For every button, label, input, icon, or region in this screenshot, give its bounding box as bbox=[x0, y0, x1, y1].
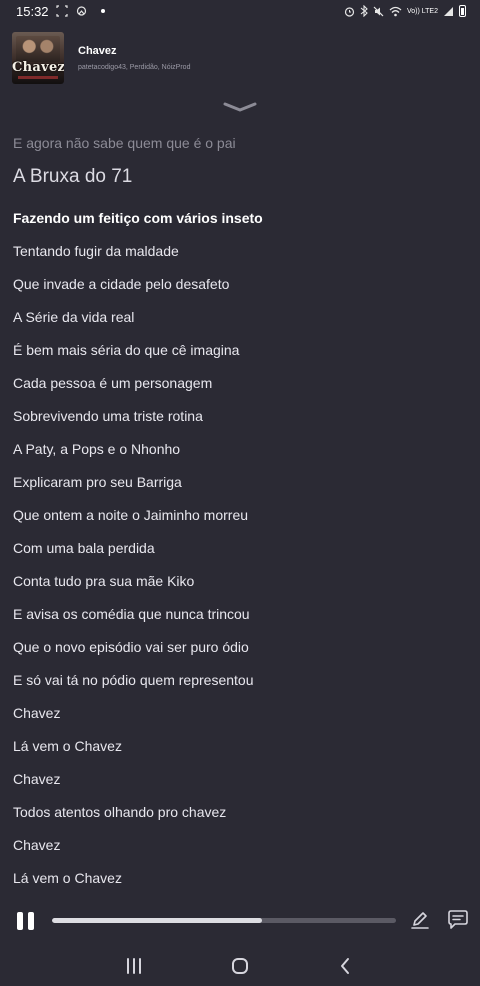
chevron-down-icon[interactable] bbox=[222, 100, 258, 114]
lyric-line: A Série da vida real bbox=[13, 309, 135, 325]
lyric-line: E avisa os comédia que nunca trincou bbox=[13, 606, 250, 622]
album-art[interactable]: Chavez bbox=[12, 32, 64, 84]
signal-icon bbox=[444, 6, 453, 16]
progress-fill bbox=[52, 918, 262, 923]
status-right: Vo)) LTE2 bbox=[344, 5, 466, 17]
track-title: Chavez bbox=[78, 45, 117, 57]
lyric-line: Explicaram pro seu Barriga bbox=[13, 474, 182, 490]
home-icon[interactable] bbox=[228, 956, 252, 976]
mute-icon bbox=[373, 6, 384, 16]
lyric-line: Conta tudo pra sua mãe Kiko bbox=[13, 573, 195, 589]
album-art-strip bbox=[18, 76, 58, 79]
navigation-bar bbox=[0, 948, 480, 986]
status-left: 15:32 bbox=[16, 4, 105, 19]
edit-icon[interactable] bbox=[410, 910, 430, 930]
notification-bracket-icon bbox=[55, 5, 68, 17]
bluetooth-icon bbox=[360, 5, 368, 17]
pause-icon-bar-left bbox=[17, 912, 23, 930]
lyric-line: Chavez bbox=[13, 705, 61, 721]
recents-icon[interactable] bbox=[122, 956, 146, 976]
lyric-line: Lá vem o Chavez bbox=[13, 870, 122, 886]
player-bar bbox=[0, 902, 480, 940]
lyric-current-line: A Bruxa do 71 bbox=[13, 166, 133, 187]
volte-label: Vo)) LTE2 bbox=[407, 7, 438, 15]
cloud-icon bbox=[76, 6, 86, 16]
lyric-line: Que o novo episódio vai ser puro ódio bbox=[13, 639, 249, 655]
now-playing-header[interactable]: Chavez Chavez patetacodigo43, Perdidão, … bbox=[12, 30, 468, 86]
lyric-line: Chavez bbox=[13, 837, 61, 853]
lyric-line: Tentando fugir da maldade bbox=[13, 243, 179, 259]
lyric-line: Sobrevivendo uma triste rotina bbox=[13, 408, 203, 424]
lyric-previous-line: E agora não sabe quem que é o pai bbox=[13, 135, 236, 151]
track-artists: patetacodigo43, Perdidão, NóizProd bbox=[78, 64, 191, 71]
lyric-line: Chavez bbox=[13, 771, 61, 787]
lyric-line: Que ontem a noite o Jaiminho morreu bbox=[13, 507, 249, 523]
album-art-title: Chavez bbox=[12, 60, 64, 75]
lyric-line: E só vai tá no pódio quem representou bbox=[13, 672, 254, 688]
lyric-line: Todos atentos olhando pro chavez bbox=[13, 804, 227, 820]
chat-lyrics-icon[interactable] bbox=[447, 910, 469, 930]
album-art-photo bbox=[16, 36, 60, 62]
pause-icon-bar-right bbox=[28, 912, 34, 930]
lyric-line: Lá vem o Chavez bbox=[13, 738, 122, 754]
lyric-line: Que invade a cidade pelo desafeto bbox=[13, 276, 230, 292]
battery-icon bbox=[459, 5, 466, 17]
lyric-line: Com uma bala perdida bbox=[13, 540, 155, 556]
lyric-line: A Paty, a Pops e o Nhonho bbox=[13, 441, 181, 457]
dot-icon bbox=[100, 9, 105, 13]
back-icon[interactable] bbox=[334, 956, 358, 976]
pause-button[interactable] bbox=[17, 912, 35, 930]
lyric-next-line: Fazendo um feitiço com vários inseto bbox=[13, 210, 263, 226]
lyric-line: Cada pessoa é um personagem bbox=[13, 375, 213, 391]
lyric-list: Tentando fugir da maldade Que invade a c… bbox=[13, 240, 467, 900]
alarm-icon bbox=[344, 6, 355, 17]
track-meta: Chavez patetacodigo43, Perdidão, NóizPro… bbox=[78, 45, 190, 71]
status-time: 15:32 bbox=[16, 3, 49, 19]
lyrics-view[interactable]: E agora não sabe quem que é o pai A Brux… bbox=[13, 132, 467, 900]
wifi-icon bbox=[389, 6, 402, 16]
lyric-line: É bem mais séria do que cê imagina bbox=[13, 342, 240, 358]
progress-slider[interactable] bbox=[52, 918, 396, 923]
status-bar: 15:32 Vo)) LTE2 bbox=[0, 0, 480, 22]
